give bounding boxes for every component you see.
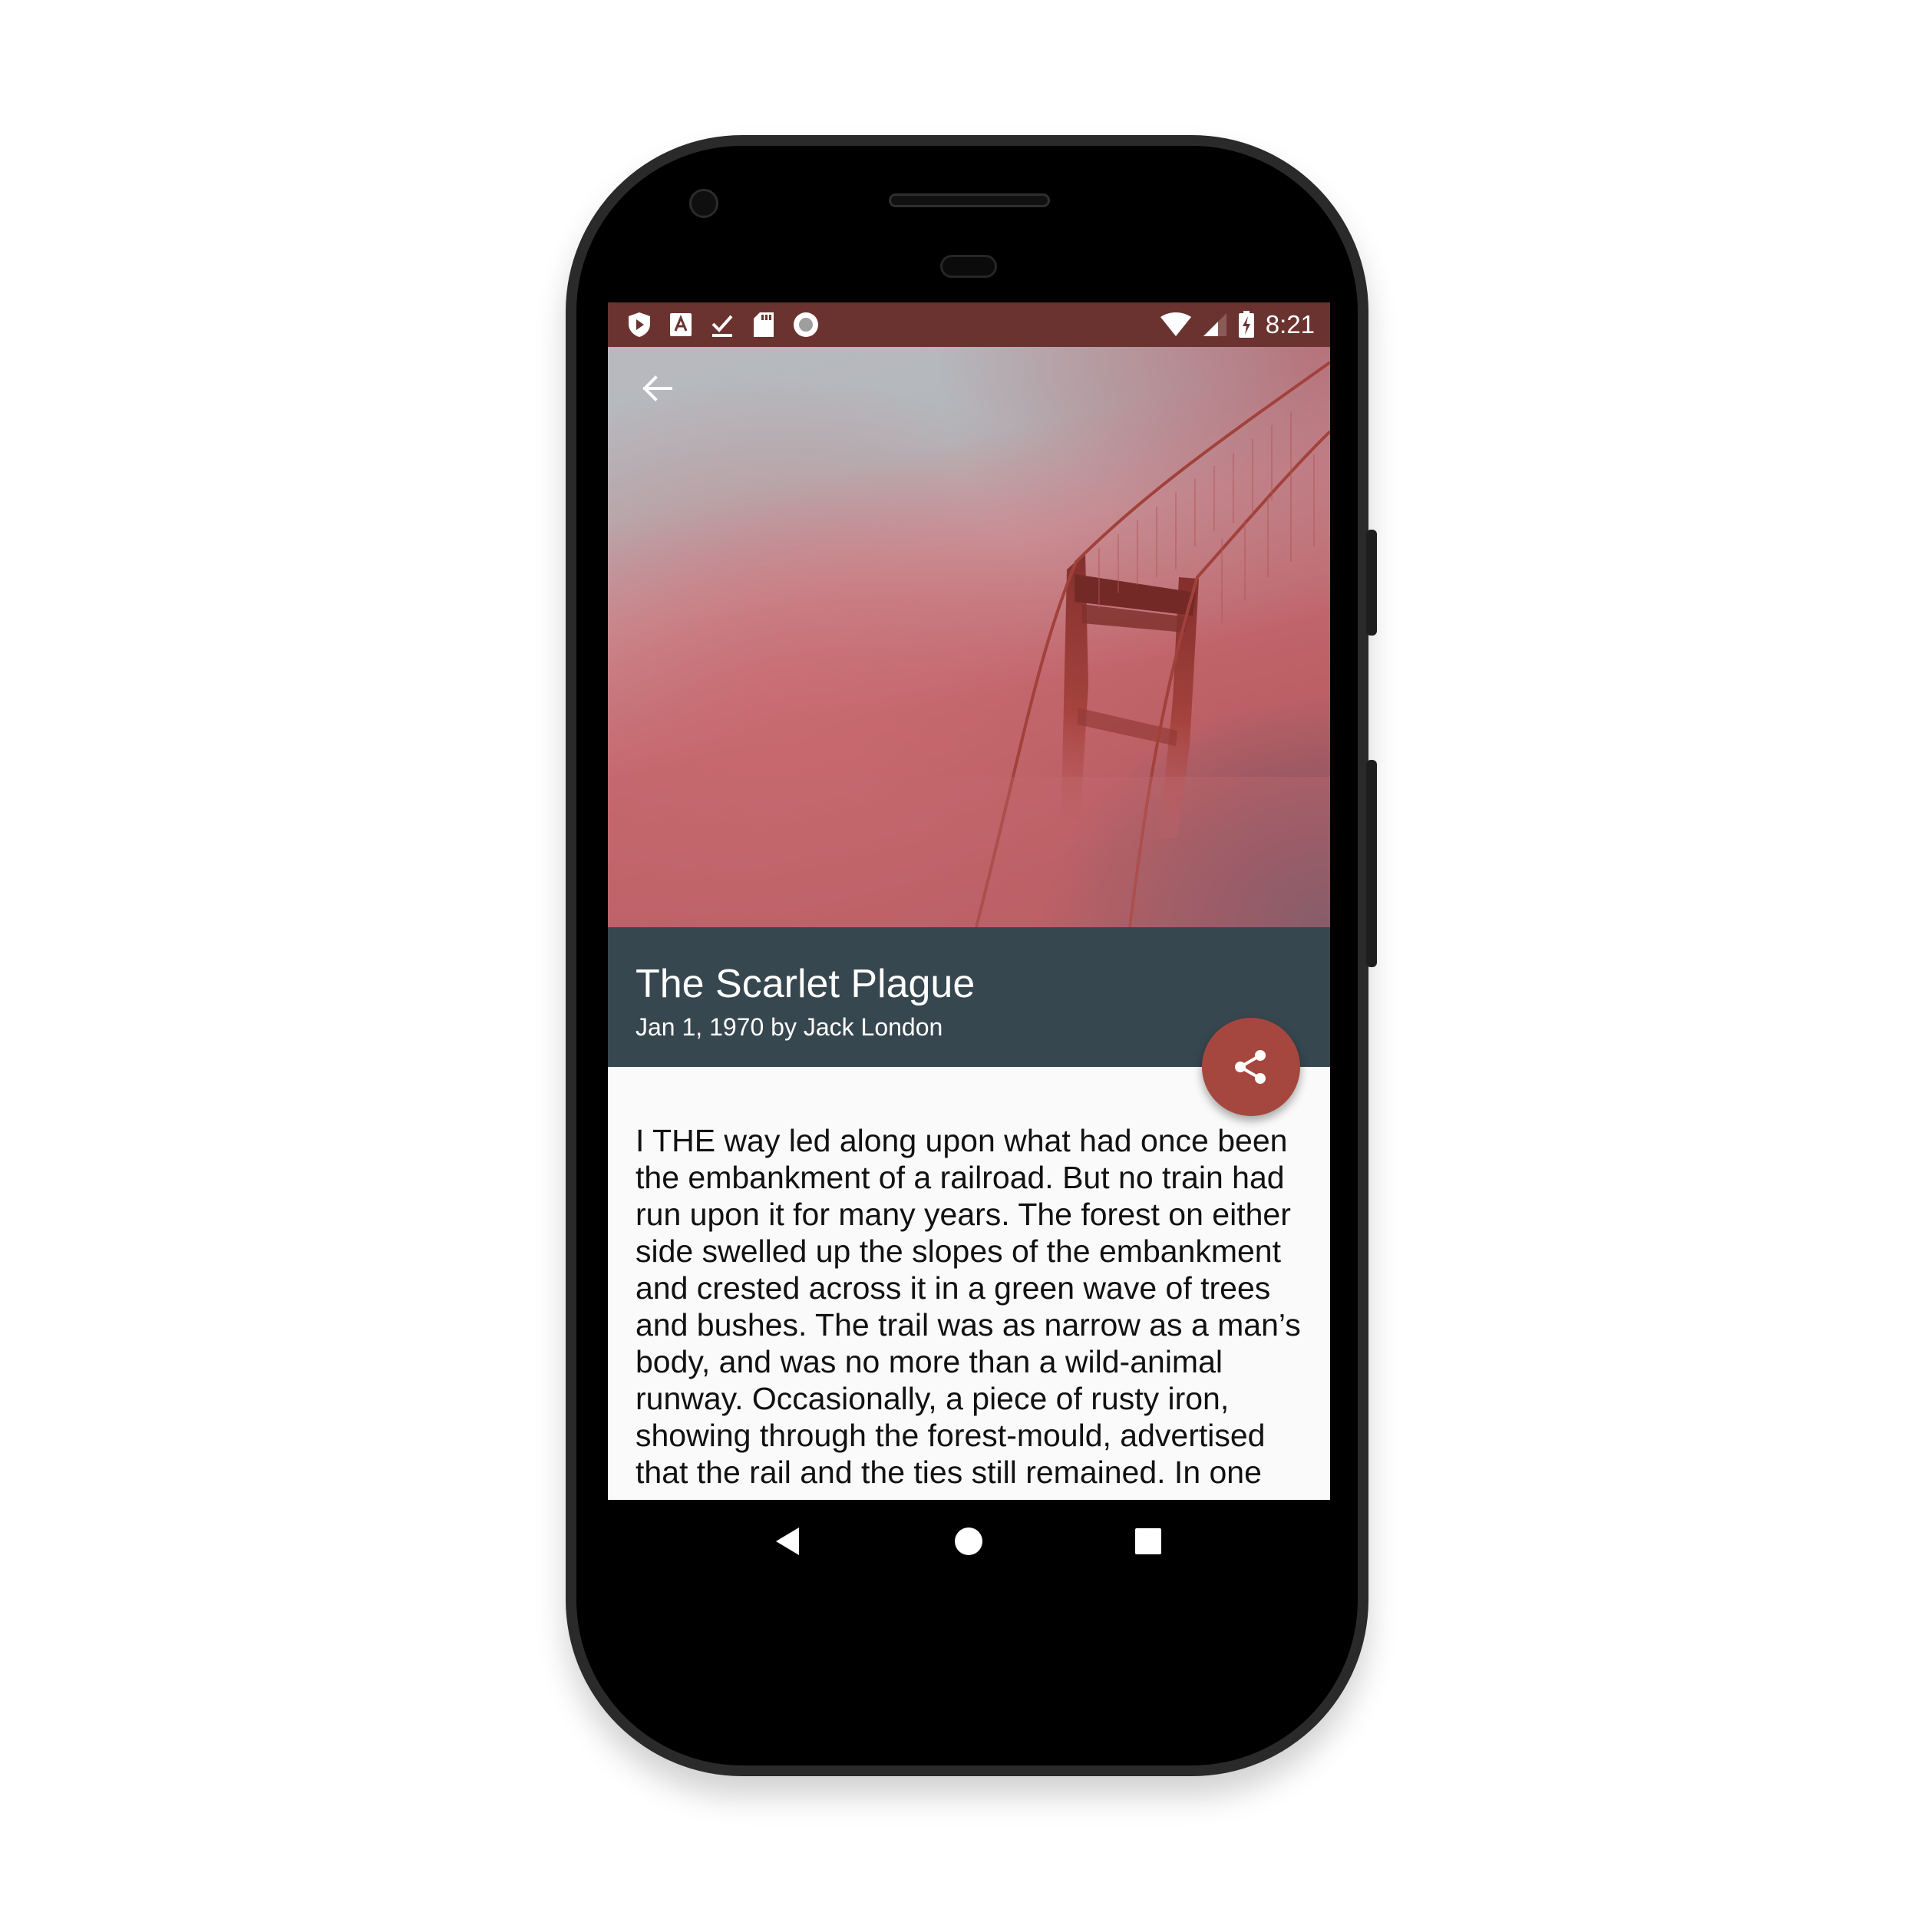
proximity-sensor	[940, 255, 997, 278]
cellular-signal-icon	[1203, 313, 1226, 336]
hero-image	[608, 347, 1330, 927]
bridge-photo	[608, 347, 1330, 927]
nav-recents-button[interactable]	[1124, 1517, 1173, 1566]
nav-recents-icon	[1135, 1528, 1161, 1554]
nav-home-button[interactable]	[944, 1517, 993, 1566]
nav-home-icon	[955, 1527, 982, 1555]
font-a-icon	[670, 313, 692, 336]
article-content[interactable]: I THE way led along upon what had once b…	[608, 1067, 1330, 1500]
arrow-back-icon	[642, 375, 672, 401]
front-camera	[689, 189, 718, 218]
share-button[interactable]	[1202, 1018, 1300, 1116]
article-meta: Jan 1, 1970 by Jack London	[636, 1013, 943, 1041]
article-body: I THE way led along upon what had once b…	[636, 1123, 1301, 1490]
article-title: The Scarlet Plague	[636, 962, 976, 1006]
sd-card-icon	[754, 312, 774, 337]
volume-button	[1366, 760, 1377, 967]
navigation-bar	[608, 1500, 1330, 1585]
wifi-icon	[1160, 312, 1191, 336]
status-time: 8:21	[1265, 310, 1315, 339]
screen: 8:21 The Scarlet Plague Jan 1, 1970 by J…	[608, 302, 1330, 1585]
shield-play-icon	[629, 312, 650, 337]
back-button[interactable]	[634, 365, 680, 411]
battery-charging-icon	[1238, 311, 1254, 338]
system-icons: 8:21	[1160, 309, 1315, 341]
power-button	[1366, 530, 1377, 636]
earpiece-speaker	[889, 193, 1050, 207]
download-done-icon	[711, 315, 733, 337]
nav-back-button[interactable]	[764, 1517, 813, 1566]
status-bar: 8:21	[608, 302, 1330, 347]
record-icon	[794, 312, 818, 337]
share-icon	[1235, 1050, 1266, 1084]
nav-back-icon	[776, 1527, 799, 1555]
notification-icons	[626, 310, 820, 339]
